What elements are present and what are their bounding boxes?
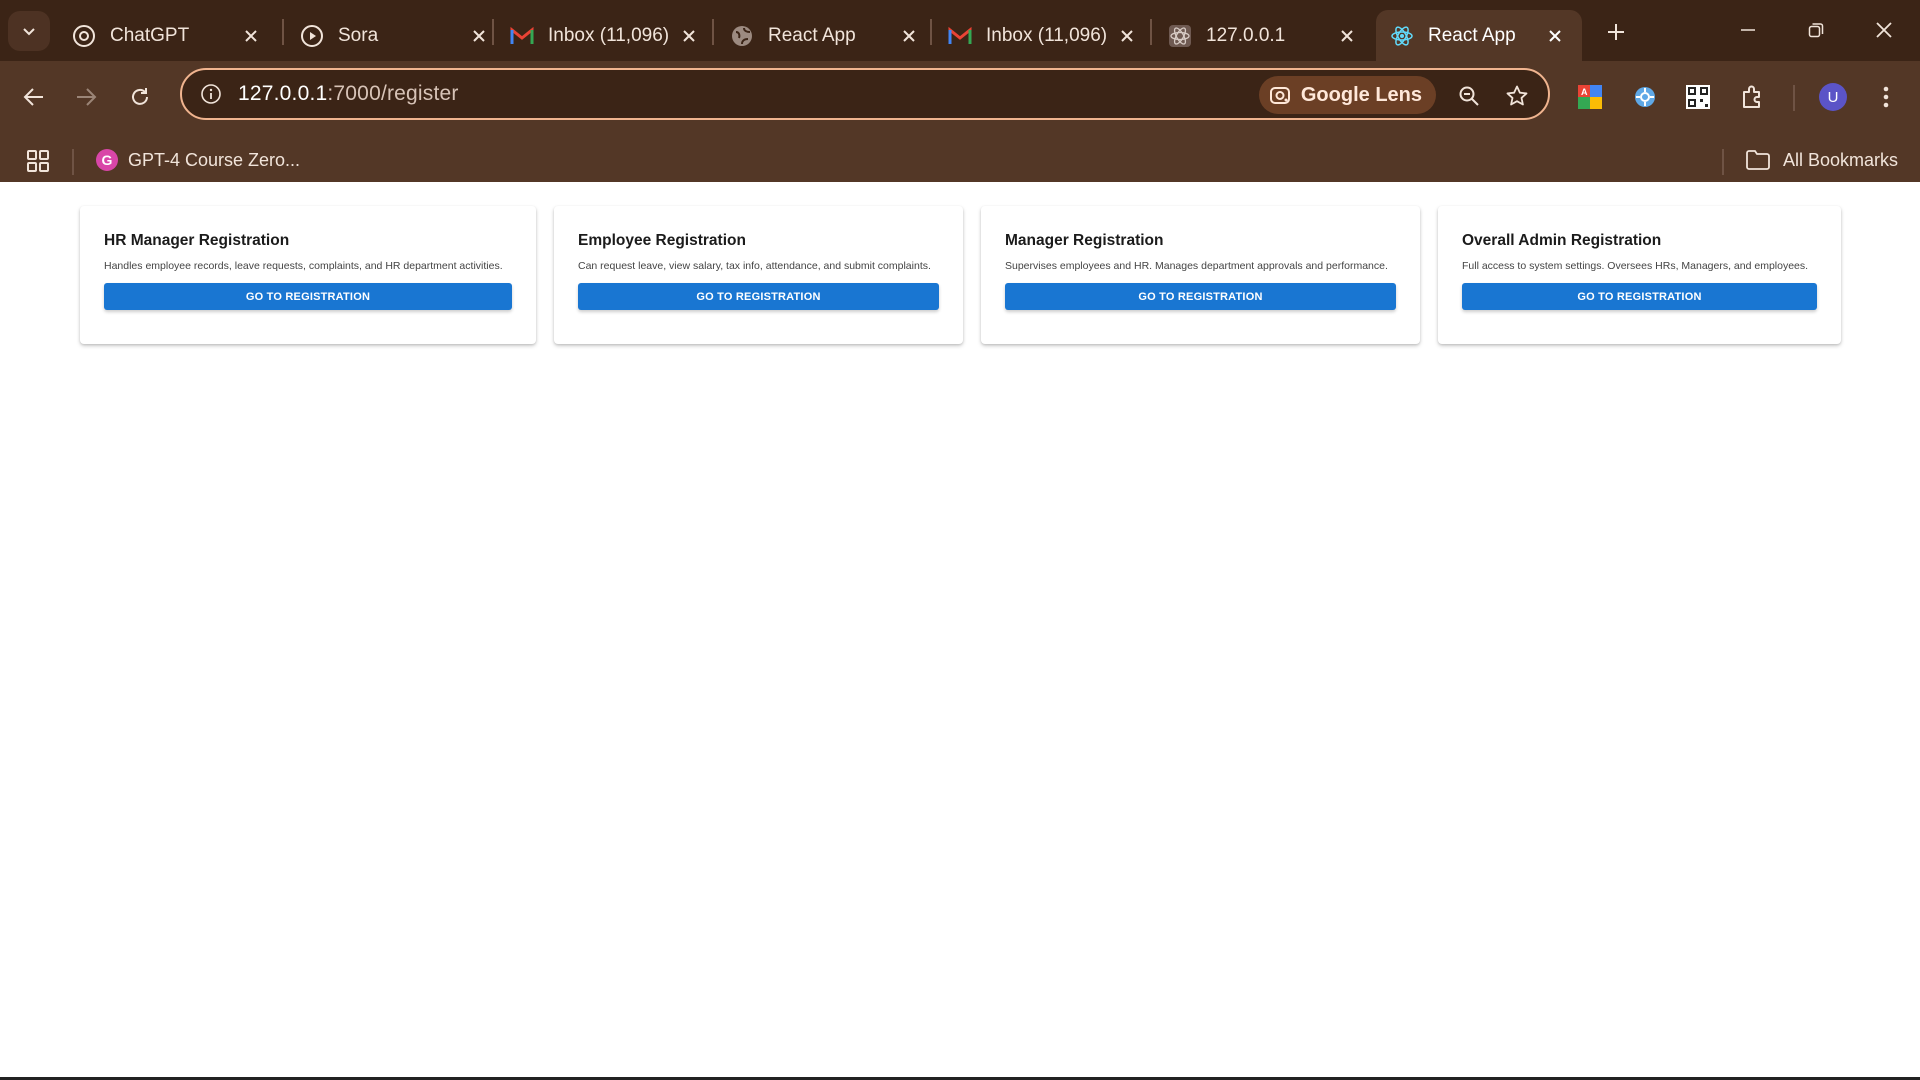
close-icon[interactable]: [1544, 25, 1566, 47]
restore-icon: [1808, 23, 1824, 38]
url-host: 127.0.0.1: [238, 82, 328, 105]
close-icon[interactable]: [898, 25, 920, 47]
tab-separator: [1150, 19, 1152, 45]
card-hr-manager: HR Manager Registration Handles employee…: [80, 206, 536, 344]
card-employee: Employee Registration Can request leave,…: [554, 206, 963, 344]
go-to-registration-button[interactable]: GO TO REGISTRATION: [578, 283, 939, 310]
tab-separator: [492, 19, 494, 45]
bookmark-separator: [1722, 149, 1724, 175]
new-tab-button[interactable]: [1598, 14, 1634, 50]
tab-title: ChatGPT: [110, 24, 190, 46]
card-overall-admin: Overall Admin Registration Full access t…: [1438, 206, 1841, 344]
forward-button[interactable]: [66, 77, 106, 117]
bookmark-star-icon[interactable]: [1502, 81, 1532, 111]
card-title: Manager Registration: [1005, 232, 1164, 249]
back-button[interactable]: [14, 77, 54, 117]
bookmark-separator: [72, 149, 74, 175]
card-title: HR Manager Registration: [104, 232, 290, 249]
url-text[interactable]: 127.0.0.1:7000/register: [238, 82, 459, 106]
chevron-down-icon: [23, 28, 35, 36]
card-description: Full access to system settings. Oversees…: [1462, 260, 1809, 272]
tab-title: React App: [1428, 24, 1516, 46]
tab-separator: [712, 19, 714, 45]
tab-title: 127.0.0.1: [1206, 24, 1286, 46]
extension-gear-icon[interactable]: [1629, 81, 1661, 113]
globe-icon: [730, 24, 754, 48]
close-icon[interactable]: [678, 25, 700, 47]
close-icon[interactable]: [468, 25, 490, 47]
tab-react-app-active[interactable]: React App: [1376, 10, 1582, 61]
card-description: Handles employee records, leave requests…: [104, 260, 503, 272]
extension-qr-code-icon[interactable]: [1682, 81, 1714, 113]
apps-button[interactable]: [24, 147, 52, 175]
url-path: :7000/register: [327, 82, 459, 105]
tab-title: React App: [768, 24, 856, 46]
close-icon[interactable]: [1116, 25, 1138, 47]
extensions-puzzle-icon[interactable]: [1737, 81, 1769, 113]
svg-text:A: A: [1581, 87, 1588, 97]
arrow-left-icon: [23, 88, 43, 106]
bookmark-gpt4-course[interactable]: G GPT-4 Course Zero...: [96, 145, 300, 175]
zoom-icon[interactable]: [1454, 81, 1484, 111]
registration-cards: HR Manager Registration Handles employee…: [80, 206, 1841, 344]
tab-chatgpt[interactable]: ChatGPT: [58, 10, 278, 61]
tab-separator: [930, 19, 932, 45]
react-icon: [1168, 24, 1192, 48]
close-icon: [1876, 22, 1892, 38]
gmail-icon: [510, 24, 534, 48]
reload-icon: [132, 88, 148, 105]
go-to-registration-button[interactable]: GO TO REGISTRATION: [104, 283, 512, 310]
sora-icon: [300, 24, 324, 48]
profile-avatar[interactable]: U: [1819, 83, 1847, 111]
card-title: Overall Admin Registration: [1462, 232, 1662, 249]
gmail-icon: [948, 24, 972, 48]
lens-icon: [1269, 84, 1291, 106]
extension-translate-icon[interactable]: A: [1574, 81, 1606, 113]
go-to-registration-button[interactable]: GO TO REGISTRATION: [1462, 283, 1817, 310]
google-lens-button[interactable]: Google Lens: [1258, 76, 1436, 114]
bookmark-label: GPT-4 Course Zero...: [128, 149, 301, 170]
arrow-right-icon: [77, 88, 97, 106]
page-content: HR Manager Registration Handles employee…: [0, 182, 1920, 1078]
plus-icon: [1608, 24, 1624, 40]
restore-button[interactable]: [1788, 10, 1844, 50]
go-to-registration-button[interactable]: GO TO REGISTRATION: [1005, 283, 1396, 310]
all-bookmarks-label: All Bookmarks: [1782, 149, 1898, 170]
apps-grid-icon: [27, 150, 49, 172]
card-description: Can request leave, view salary, tax info…: [578, 260, 931, 272]
tab-127-0-0-1[interactable]: 127.0.0.1: [1154, 10, 1374, 61]
kebab-icon: [1883, 86, 1889, 108]
minimize-icon: [1741, 29, 1755, 31]
tab-strip: ChatGPT Sora Inbox (11,096) React App In…: [0, 0, 1920, 61]
address-bar[interactable]: 127.0.0.1:7000/register Google Lens: [180, 68, 1550, 120]
more-menu-button[interactable]: [1872, 81, 1900, 113]
browser-toolbar: 127.0.0.1:7000/register Google Lens A U: [0, 61, 1920, 189]
card-manager: Manager Registration Supervises employee…: [981, 206, 1420, 344]
card-title: Employee Registration: [578, 232, 746, 249]
tab-separator: [282, 19, 284, 45]
react-icon: [1390, 24, 1414, 48]
tab-search-button[interactable]: [8, 11, 50, 51]
tab-title: Inbox (11,096): [986, 24, 1108, 46]
tab-gmail-2[interactable]: Inbox (11,096): [934, 10, 1154, 61]
bookmarks-bar: G GPT-4 Course Zero... All Bookmarks: [0, 131, 1920, 189]
toolbar-separator: [1793, 85, 1795, 111]
all-bookmarks-button[interactable]: All Bookmarks: [1745, 145, 1898, 175]
tab-title: Inbox (11,096): [548, 24, 670, 46]
folder-icon: [1745, 149, 1771, 171]
tab-gmail-1[interactable]: Inbox (11,096): [496, 10, 716, 61]
reload-button[interactable]: [120, 77, 160, 117]
lens-label: Google Lens: [1300, 83, 1422, 106]
tab-title: Sora: [338, 24, 379, 46]
tab-react-app-1[interactable]: React App: [716, 10, 936, 61]
minimize-button[interactable]: [1720, 10, 1776, 50]
close-window-button[interactable]: [1856, 10, 1912, 50]
site-info-icon[interactable]: [196, 79, 226, 109]
close-icon[interactable]: [240, 25, 262, 47]
card-description: Supervises employees and HR. Manages dep…: [1005, 260, 1388, 272]
tab-sora[interactable]: Sora: [286, 10, 506, 61]
g-icon: G: [96, 149, 118, 171]
close-icon[interactable]: [1336, 25, 1358, 47]
chatgpt-icon: [72, 24, 96, 48]
